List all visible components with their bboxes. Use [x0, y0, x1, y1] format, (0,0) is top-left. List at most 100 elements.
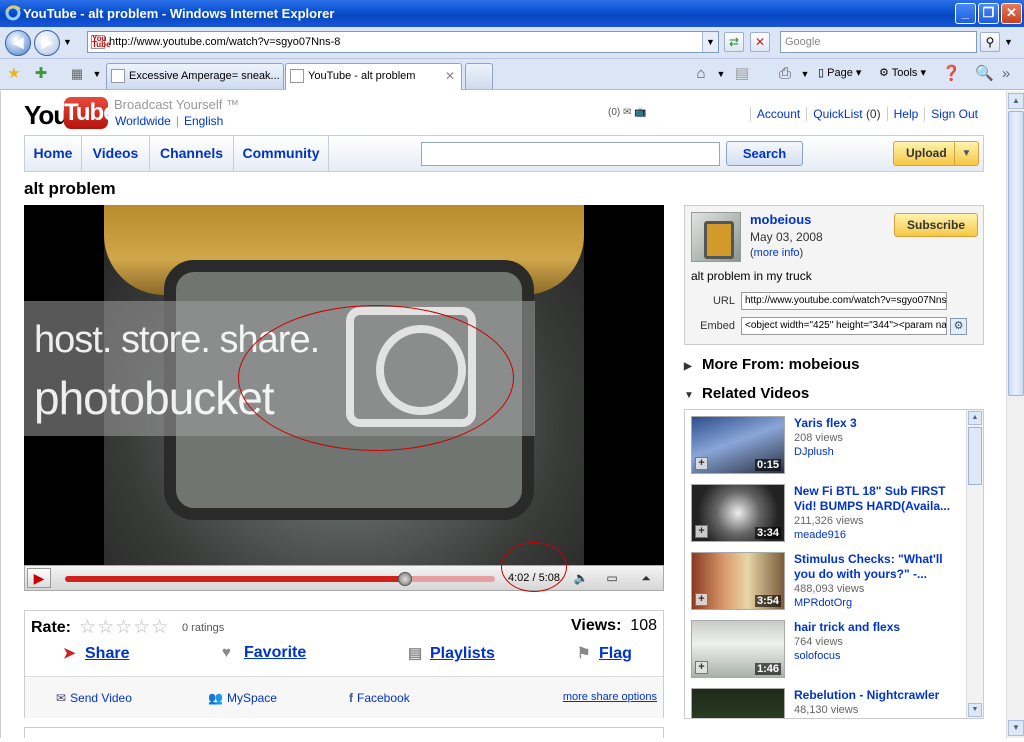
page-scrollbar[interactable]: ▲ ▼ — [1006, 91, 1024, 738]
add-to-quicklist-icon[interactable]: + — [695, 593, 708, 606]
video-user-link[interactable]: MPRdotOrg — [794, 597, 852, 609]
research-icon[interactable]: 🔍 — [975, 65, 994, 83]
scroll-down-icon[interactable]: ▼ — [1008, 720, 1024, 736]
search-dropdown-icon[interactable]: ▼ — [1004, 37, 1013, 47]
tools-menu[interactable]: ⚙ Tools ▾ — [879, 66, 926, 79]
list-item[interactable]: + 3:34 New Fi BTL 18" Sub FIRST Vid! BUM… — [691, 484, 961, 544]
embed-settings-icon[interactable]: ⚙ — [950, 318, 967, 335]
home-icon[interactable]: ⌂ — [692, 65, 710, 83]
youtube-logo[interactable]: You Tube — [24, 97, 117, 131]
tab-youtube-alt-problem[interactable]: YouTube - alt problem ✕ — [285, 63, 462, 90]
add-to-quicklist-icon[interactable]: + — [695, 457, 708, 470]
search-input[interactable]: Google — [780, 31, 977, 53]
flag-button[interactable]: ⚑ Flag — [577, 644, 632, 663]
sign-out-link[interactable]: Sign Out — [924, 107, 984, 121]
related-scrollbar[interactable]: ▲ ▼ — [966, 410, 983, 718]
playlists-button[interactable]: ▤ Playlists — [408, 644, 495, 663]
video-player[interactable]: host. store. share. photobucket — [24, 205, 664, 565]
address-field[interactable]: You Tube http://www.youtube.com/watch?v=s… — [87, 31, 719, 53]
print-dropdown-icon[interactable]: ▼ — [796, 65, 814, 83]
quick-tabs-icon[interactable]: ▦ — [68, 65, 86, 83]
video-user-link[interactable]: meade916 — [794, 529, 846, 541]
embed-field[interactable]: <object width="425" height="344"><param … — [741, 317, 947, 335]
nav-home[interactable]: Home — [25, 136, 82, 171]
list-item[interactable]: Rebelution - Nightcrawler 48,130 views — [691, 688, 961, 718]
video-title-link[interactable]: hair trick and flexs — [794, 620, 954, 635]
nav-channels[interactable]: Channels — [150, 136, 234, 171]
print-icon[interactable]: ⎙ — [776, 65, 794, 83]
scroll-up-icon[interactable]: ▲ — [968, 411, 982, 425]
refresh-icon[interactable]: ⇄ — [724, 32, 744, 52]
forward-button[interactable]: ▶ — [34, 30, 60, 56]
facebook-link[interactable]: f Facebook — [349, 691, 410, 705]
back-button[interactable]: ◀ — [5, 30, 31, 56]
new-tab-button[interactable] — [465, 63, 493, 89]
video-thumbnail[interactable]: + 3:34 — [691, 484, 785, 542]
fullscreen-icon[interactable]: ⏶ — [635, 569, 657, 587]
scroll-down-icon[interactable]: ▼ — [968, 703, 982, 717]
video-thumbnail[interactable]: + 0:15 — [691, 416, 785, 474]
more-from-header[interactable]: ▶ More From: mobeious — [684, 356, 860, 373]
yt-search-input[interactable] — [421, 142, 720, 166]
minimize-button[interactable]: _ — [955, 3, 976, 24]
close-window-button[interactable]: ✕ — [1001, 3, 1022, 24]
progress-track[interactable] — [65, 572, 495, 586]
nav-videos[interactable]: Videos — [82, 136, 150, 171]
favorite-button[interactable]: ♥ Favorite — [222, 644, 306, 662]
help-icon[interactable]: ❓ — [942, 65, 961, 83]
worldwide-link[interactable]: Worldwide — [115, 114, 171, 128]
subscribe-button[interactable]: Subscribe — [894, 213, 978, 237]
tab-excessive-amperage[interactable]: Excessive Amperage= sneak... — [106, 63, 284, 89]
send-video-link[interactable]: ✉ Send Video — [56, 691, 132, 705]
help-link[interactable]: Help — [886, 107, 925, 121]
tab-list-dropdown-icon[interactable]: ▼ — [88, 65, 106, 83]
favorites-star-icon[interactable]: ★ — [5, 65, 23, 83]
play-button[interactable]: ▶ — [27, 568, 51, 588]
close-tab-icon[interactable]: ✕ — [445, 69, 455, 83]
home-dropdown-icon[interactable]: ▼ — [712, 65, 730, 83]
history-dropdown-icon[interactable]: ▼ — [63, 37, 72, 47]
toolbar-extend-icon[interactable]: » — [997, 65, 1015, 83]
volume-icon[interactable]: 🔈 — [570, 569, 592, 587]
list-item[interactable]: + 1:46 hair trick and flexs 764 views so… — [691, 620, 961, 680]
progress-knob[interactable] — [397, 572, 412, 586]
add-to-quicklist-icon[interactable]: + — [695, 525, 708, 538]
address-dropdown-icon[interactable]: ▼ — [702, 32, 718, 52]
share-button[interactable]: ➤ Share — [63, 644, 129, 663]
upload-button[interactable]: Upload ▼ — [893, 141, 979, 166]
more-share-options-link[interactable]: more share options — [563, 691, 657, 703]
video-title-link[interactable]: New Fi BTL 18" Sub FIRST Vid! BUMPS HARD… — [794, 484, 954, 514]
quicklist-link[interactable]: QuickList (0) — [806, 107, 887, 121]
channel-thumbnail[interactable] — [691, 212, 741, 262]
search-button[interactable]: Search — [726, 141, 803, 166]
upload-dropdown-icon[interactable]: ▼ — [954, 142, 978, 165]
account-link[interactable]: Account — [749, 107, 807, 121]
video-title-link[interactable]: Rebelution - Nightcrawler — [794, 688, 954, 703]
myspace-link[interactable]: 👥 MySpace — [208, 691, 277, 705]
video-thumbnail[interactable]: + 1:46 — [691, 620, 785, 678]
english-link[interactable]: English — [184, 114, 223, 128]
channel-link[interactable]: mobeious — [750, 212, 811, 227]
list-item[interactable]: + 3:54 Stimulus Checks: "What'll you do … — [691, 552, 961, 612]
inbox-indicator[interactable]: (0) ✉ 📺 — [608, 107, 647, 118]
maximize-button[interactable]: ❐ — [978, 3, 999, 24]
video-user-link[interactable]: DJplush — [794, 446, 834, 458]
star-rating[interactable]: ☆☆☆☆☆ — [79, 616, 169, 639]
video-thumbnail[interactable]: + 3:54 — [691, 552, 785, 610]
scroll-up-icon[interactable]: ▲ — [1008, 93, 1024, 109]
add-favorites-icon[interactable]: ✚ — [32, 65, 50, 83]
video-title-link[interactable]: Stimulus Checks: "What'll you do with yo… — [794, 552, 954, 582]
nav-community[interactable]: Community — [234, 136, 329, 171]
more-info-link[interactable]: more info — [754, 247, 800, 259]
stop-icon[interactable]: ✕ — [750, 32, 770, 52]
video-user-link[interactable]: solofocus — [794, 650, 840, 662]
video-title-link[interactable]: Yaris flex 3 — [794, 416, 954, 431]
feeds-icon[interactable]: ▤ — [733, 65, 751, 83]
related-videos-header[interactable]: ▼ Related Videos — [684, 385, 809, 402]
url-field[interactable]: http://www.youtube.com/watch?v=sgyo07Nns… — [741, 292, 947, 310]
scroll-thumb[interactable] — [968, 427, 982, 485]
search-go-icon[interactable]: ⚲ — [980, 32, 1000, 52]
list-item[interactable]: + 0:15 Yaris flex 3 208 views DJplush — [691, 416, 961, 476]
video-thumbnail[interactable] — [691, 688, 785, 718]
scroll-thumb[interactable] — [1008, 111, 1024, 396]
